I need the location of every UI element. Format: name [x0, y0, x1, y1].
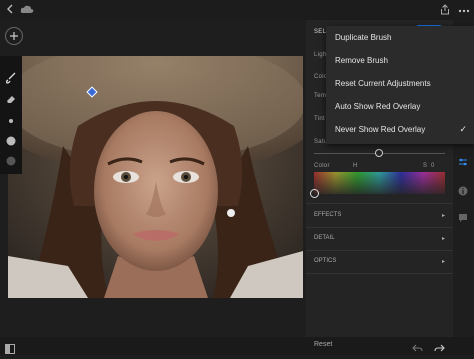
menu-item-auto-show-red-overlay[interactable]: Auto Show Red Overlay [326, 95, 474, 118]
more-options-icon[interactable] [458, 5, 470, 16]
section-optics[interactable]: OPTICS ▸ [314, 258, 445, 270]
add-mask-button[interactable] [5, 27, 23, 45]
photo-canvas[interactable] [8, 56, 303, 298]
menu-item-never-show-red-overlay[interactable]: Never Show Red Overlay ✓ [326, 118, 474, 141]
adjust-sliders-icon[interactable] [458, 154, 468, 172]
section-effects-label: EFFECTS [314, 212, 342, 218]
reset-button[interactable]: Reset [314, 341, 332, 348]
saturation-slider-thumb[interactable] [375, 149, 383, 157]
saturation-value: 0 [431, 163, 435, 169]
compare-icon[interactable] [5, 341, 15, 359]
color-picker-handle[interactable] [310, 189, 319, 198]
checkmark-icon: ✓ [459, 124, 467, 134]
menu-item-label: Auto Show Red Overlay [335, 102, 421, 111]
tint-label: Tint [314, 116, 325, 122]
section-detail[interactable]: DETAIL ▸ [314, 235, 445, 247]
chevron-right-icon: ▸ [441, 236, 445, 242]
feather-icon[interactable] [5, 155, 17, 167]
info-icon[interactable] [458, 183, 468, 201]
plus-icon [10, 32, 18, 40]
menu-item-label: Duplicate Brush [335, 33, 392, 42]
section-detail-label: DETAIL [314, 235, 335, 241]
brush-size-large-icon[interactable] [5, 135, 17, 147]
brush-options-menu: Duplicate Brush Remove Brush Reset Curre… [326, 26, 474, 144]
menu-item-reset-current-adjustments[interactable]: Reset Current Adjustments [326, 72, 474, 95]
divider [306, 203, 453, 204]
divider [306, 227, 453, 228]
section-effects[interactable]: EFFECTS ▸ [314, 212, 445, 224]
menu-item-label: Remove Brush [335, 56, 388, 65]
menu-item-remove-brush[interactable]: Remove Brush [326, 49, 474, 72]
menu-item-duplicate-brush[interactable]: Duplicate Brush [326, 26, 474, 49]
color-label: Color [314, 163, 330, 169]
chevron-right-icon: ▸ [441, 213, 445, 219]
back-arrow-icon[interactable] [6, 4, 16, 17]
redo-icon[interactable] [434, 340, 445, 358]
brush-size-small-icon[interactable] [5, 115, 17, 127]
brush-icon[interactable] [5, 72, 17, 84]
divider [306, 273, 453, 274]
comment-icon[interactable] [458, 210, 468, 228]
top-bar [0, 0, 474, 20]
light-label: Ligh [314, 52, 327, 58]
portrait-photo [8, 56, 303, 298]
hue-label: H [353, 163, 358, 169]
chevron-right-icon: ▸ [441, 259, 445, 265]
brush-tool-rail [0, 56, 22, 174]
share-icon[interactable] [440, 4, 450, 18]
undo-icon[interactable] [412, 340, 423, 358]
section-optics-label: OPTICS [314, 258, 337, 264]
temp-label: Tem [314, 93, 327, 99]
eraser-icon[interactable] [5, 93, 17, 105]
menu-item-label: Never Show Red Overlay [335, 125, 426, 134]
color-picker-spectrum[interactable] [314, 172, 445, 194]
cloud-sync-icon[interactable] [20, 4, 34, 17]
menu-item-label: Reset Current Adjustments [335, 79, 431, 88]
divider [306, 250, 453, 251]
saturation-short-label: S [423, 163, 428, 169]
bottom-bar: Reset [0, 337, 474, 355]
